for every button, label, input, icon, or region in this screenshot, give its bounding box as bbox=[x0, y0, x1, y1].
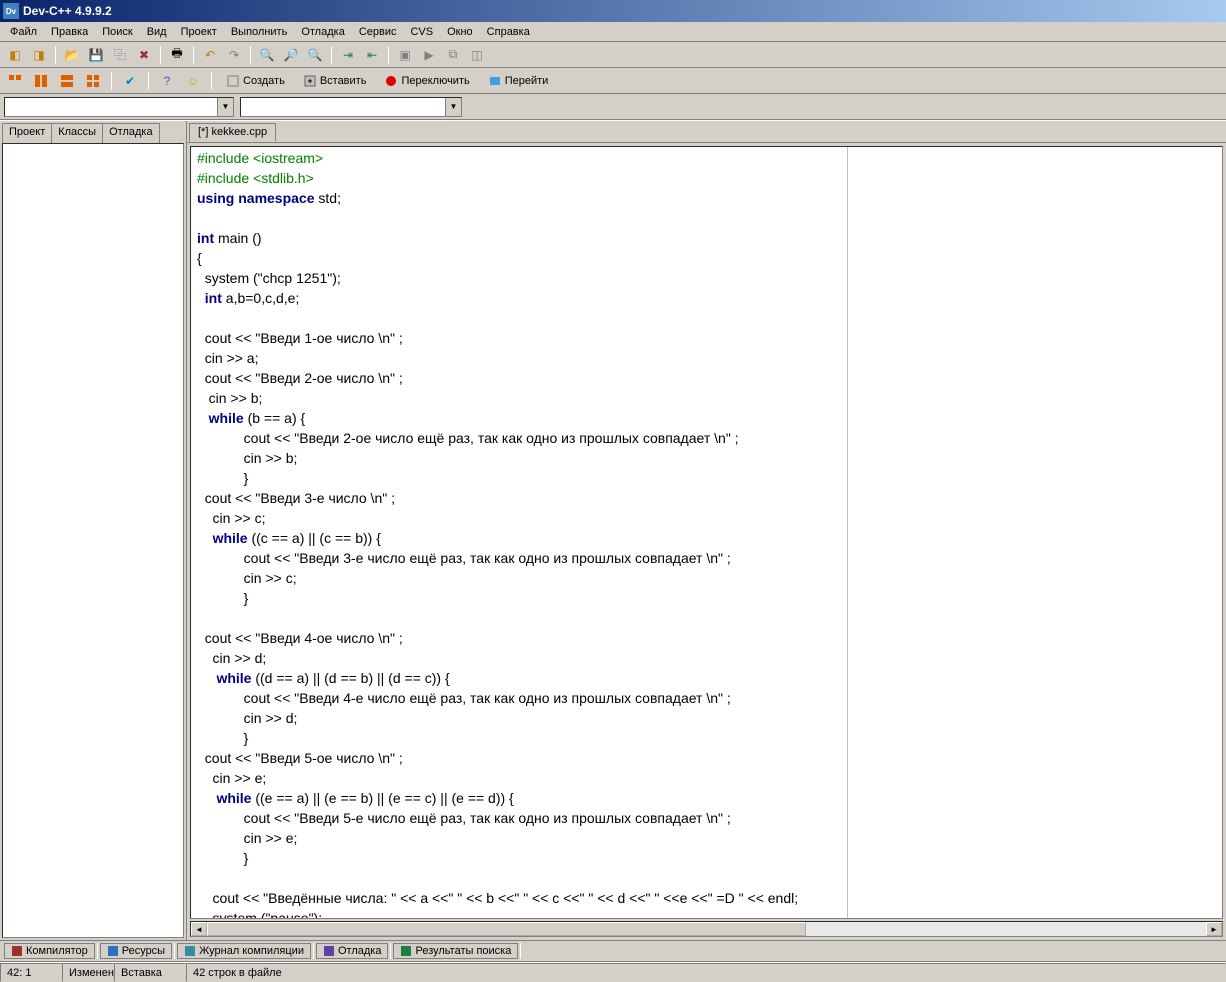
save-all-icon[interactable]: ⿻ bbox=[109, 44, 131, 66]
side-tabs: ПроектКлассыОтладка bbox=[0, 121, 186, 143]
bottom-tab-Отладка[interactable]: Отладка bbox=[316, 943, 388, 959]
menu-Проект[interactable]: Проект bbox=[174, 24, 224, 40]
tab-icon bbox=[107, 945, 119, 957]
combo-left[interactable]: ▼ bbox=[4, 97, 234, 117]
menu-Отладка[interactable]: Отладка bbox=[294, 24, 351, 40]
find-icon[interactable]: 🔍 bbox=[256, 44, 278, 66]
menu-Справка[interactable]: Справка bbox=[480, 24, 537, 40]
editor-panel: [*] kekkee.cpp #include <iostream> #incl… bbox=[187, 121, 1226, 940]
tab-icon bbox=[400, 945, 412, 957]
scroll-right-icon[interactable]: ► bbox=[1206, 922, 1222, 936]
scroll-left-icon[interactable]: ◄ bbox=[191, 922, 207, 936]
menu-CVS[interactable]: CVS bbox=[403, 24, 440, 40]
side-tab-Отладка[interactable]: Отладка bbox=[102, 123, 159, 143]
menu-Сервис[interactable]: Сервис bbox=[352, 24, 404, 40]
close-icon[interactable]: ✖ bbox=[133, 44, 155, 66]
bottom-tab-Журнал компиляции[interactable]: Журнал компиляции bbox=[177, 943, 311, 959]
grid2-icon[interactable] bbox=[30, 70, 52, 92]
bottom-tab-Ресурсы[interactable]: Ресурсы bbox=[100, 943, 172, 959]
goto-line2-icon[interactable]: ⇤ bbox=[361, 44, 383, 66]
tab-icon bbox=[11, 945, 23, 957]
toggle-button[interactable]: Переключить bbox=[377, 71, 476, 91]
menu-Правка[interactable]: Правка bbox=[44, 24, 95, 40]
tab-icon bbox=[184, 945, 196, 957]
check-icon[interactable]: ✔ bbox=[119, 70, 141, 92]
compile-icon[interactable]: ▣ bbox=[394, 44, 416, 66]
chevron-down-icon: ▼ bbox=[445, 98, 461, 116]
toolbar-secondary: ✔ ? ☺ Создать Вставить Переключить Перей… bbox=[0, 68, 1226, 94]
status-modified: Изменен bbox=[62, 963, 114, 982]
title-bar: Dv Dev-C++ 4.9.9.2 bbox=[0, 0, 1226, 22]
grid4-icon[interactable] bbox=[82, 70, 104, 92]
combo-bar: ▼ ▼ bbox=[0, 94, 1226, 120]
new-project-icon[interactable]: ◨ bbox=[28, 44, 50, 66]
redo-icon[interactable]: ↷ bbox=[223, 44, 245, 66]
print-icon[interactable]: 🖶 bbox=[166, 44, 188, 66]
status-insert: Вставка bbox=[114, 963, 186, 982]
menu-bar: ФайлПравкаПоискВидПроектВыполнитьОтладка… bbox=[0, 22, 1226, 42]
grid1-icon[interactable] bbox=[4, 70, 26, 92]
menu-Выполнить[interactable]: Выполнить bbox=[224, 24, 294, 40]
grid3-icon[interactable] bbox=[56, 70, 78, 92]
menu-Вид[interactable]: Вид bbox=[140, 24, 174, 40]
bottom-tabs: Компилятор Ресурсы Журнал компиляции Отладк… bbox=[0, 940, 1226, 962]
project-tree[interactable] bbox=[2, 143, 184, 938]
insert-button[interactable]: Вставить bbox=[296, 71, 374, 91]
main-area: ПроектКлассыОтладка [*] kekkee.cpp #incl… bbox=[0, 120, 1226, 940]
toolbar-main: ◧ ◨ 📂 💾 ⿻ ✖ 🖶 ↶ ↷ 🔍 🔎 🔍 ⇥ ⇤ ▣ ▶ ⧉ ◫ bbox=[0, 42, 1226, 68]
chevron-down-icon: ▼ bbox=[217, 98, 233, 116]
goto-button[interactable]: Перейти bbox=[481, 71, 556, 91]
save-icon[interactable]: 💾 bbox=[85, 44, 107, 66]
compile-run-icon[interactable]: ⧉ bbox=[442, 44, 464, 66]
status-bar: 42: 1 Изменен Вставка 42 строк в файле bbox=[0, 962, 1226, 982]
bottom-tab-Компилятор[interactable]: Компилятор bbox=[4, 943, 95, 959]
rebuild-icon[interactable]: ◫ bbox=[466, 44, 488, 66]
bottom-tab-Результаты поиска[interactable]: Результаты поиска bbox=[393, 943, 518, 959]
status-lines: 42 строк в файле bbox=[186, 963, 1226, 982]
help-icon[interactable]: ? bbox=[156, 70, 178, 92]
find-again-icon[interactable]: 🔍 bbox=[304, 44, 326, 66]
undo-icon[interactable]: ↶ bbox=[199, 44, 221, 66]
menu-Окно[interactable]: Окно bbox=[440, 24, 480, 40]
editor-tab[interactable]: [*] kekkee.cpp bbox=[189, 123, 276, 142]
goto-line-icon[interactable]: ⇥ bbox=[337, 44, 359, 66]
code-editor[interactable]: #include <iostream> #include <stdlib.h> … bbox=[190, 146, 1223, 919]
side-panel: ПроектКлассыОтладка bbox=[0, 121, 187, 940]
open-icon[interactable]: 📂 bbox=[61, 44, 83, 66]
editor-tabs: [*] kekkee.cpp bbox=[187, 121, 1226, 143]
side-tab-Проект[interactable]: Проект bbox=[2, 123, 52, 143]
run-icon[interactable]: ▶ bbox=[418, 44, 440, 66]
new-source-icon[interactable]: ◧ bbox=[4, 44, 26, 66]
horizontal-scrollbar[interactable]: ◄ ► bbox=[190, 921, 1223, 937]
side-tab-Классы[interactable]: Классы bbox=[51, 123, 103, 143]
about-icon[interactable]: ☺ bbox=[182, 70, 204, 92]
create-button[interactable]: Создать bbox=[219, 71, 292, 91]
status-position: 42: 1 bbox=[0, 963, 62, 982]
replace-icon[interactable]: 🔎 bbox=[280, 44, 302, 66]
menu-Поиск[interactable]: Поиск bbox=[95, 24, 139, 40]
tab-icon bbox=[323, 945, 335, 957]
app-icon: Dv bbox=[3, 3, 19, 19]
window-title: Dev-C++ 4.9.9.2 bbox=[23, 4, 112, 18]
menu-Файл[interactable]: Файл bbox=[3, 24, 44, 40]
combo-right[interactable]: ▼ bbox=[240, 97, 462, 117]
